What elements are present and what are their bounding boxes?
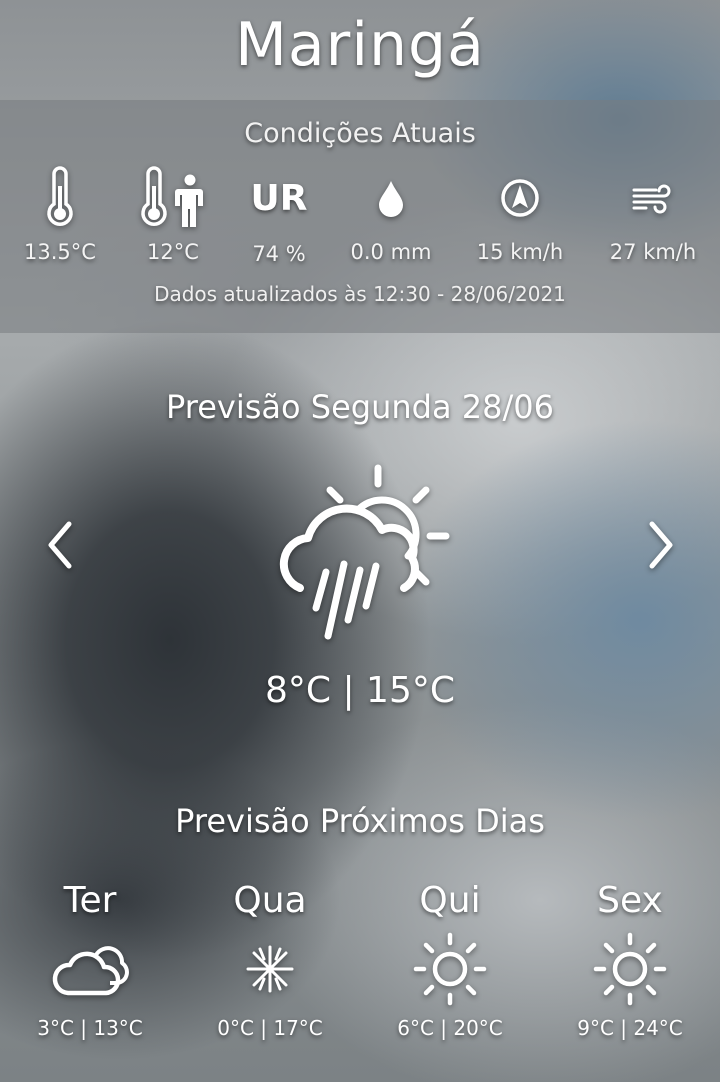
cloudy-icon <box>0 926 180 1012</box>
metric-humidity: UR 74 % <box>219 166 339 267</box>
updated-timestamp: Dados atualizados às 12:30 - 28/06/2021 <box>154 282 566 306</box>
thermometer-icon <box>0 166 120 230</box>
metric-rain: 0.0 mm <box>331 166 451 264</box>
forecast-day-temps: 3°C | 13°C <box>37 1016 143 1040</box>
sun-icon <box>360 926 540 1012</box>
metric-feels-like: 12°C <box>113 166 233 264</box>
forecast-day-temps: 9°C | 24°C <box>577 1016 683 1040</box>
metric-wind: 15 km/h <box>460 166 580 264</box>
next-day-button[interactable] <box>636 515 686 575</box>
rain-drop-icon <box>331 166 451 230</box>
metric-temperature-value: 13.5°C <box>24 240 96 264</box>
metric-humidity-value: 74 % <box>252 242 306 266</box>
frost-icon <box>180 926 360 1012</box>
forecast-day-qua[interactable]: Qua 0°C | 17°C <box>180 880 360 1040</box>
forecast-day-name: Ter <box>63 880 117 921</box>
sun-icon <box>540 926 720 1012</box>
metric-gust: 27 km/h <box>593 166 713 264</box>
today-forecast-heading: Previsão Segunda 28/06 <box>166 388 554 426</box>
wind-direction-icon <box>460 166 580 230</box>
today-temperature-range: 8°C | 15°C <box>264 670 455 711</box>
metric-temperature: 13.5°C <box>0 166 120 264</box>
chevron-right-icon <box>649 521 673 569</box>
humidity-icon: UR <box>219 166 339 230</box>
metric-wind-value: 15 km/h <box>476 240 564 264</box>
city-title: Maringá <box>235 10 485 80</box>
chevron-left-icon <box>48 521 72 569</box>
current-conditions-panel: Condições Atuais 13.5°C 12°C UR 74 % 0.0… <box>0 100 720 333</box>
sun-cloud-rain-icon <box>260 460 460 645</box>
feels-like-icon <box>113 166 233 230</box>
next-days-heading: Previsão Próximos Dias <box>175 802 545 840</box>
previous-day-button[interactable] <box>35 515 85 575</box>
forecast-day-name: Qua <box>233 880 307 921</box>
metric-rain-value: 0.0 mm <box>350 240 432 264</box>
forecast-day-sex[interactable]: Sex 9°C | 24°C <box>540 880 720 1040</box>
forecast-day-temps: 0°C | 17°C <box>217 1016 323 1040</box>
humidity-label: UR <box>250 177 308 219</box>
forecast-day-ter[interactable]: Ter 3°C | 13°C <box>0 880 180 1040</box>
wind-gust-icon <box>593 166 713 230</box>
current-conditions-heading: Condições Atuais <box>244 118 476 149</box>
metric-feels-like-value: 12°C <box>147 240 199 264</box>
metric-gust-value: 27 km/h <box>609 240 697 264</box>
forecast-day-name: Qui <box>419 880 481 921</box>
forecast-day-qui[interactable]: Qui 6°C | 20°C <box>360 880 540 1040</box>
forecast-day-name: Sex <box>597 880 663 921</box>
forecast-day-temps: 6°C | 20°C <box>397 1016 503 1040</box>
